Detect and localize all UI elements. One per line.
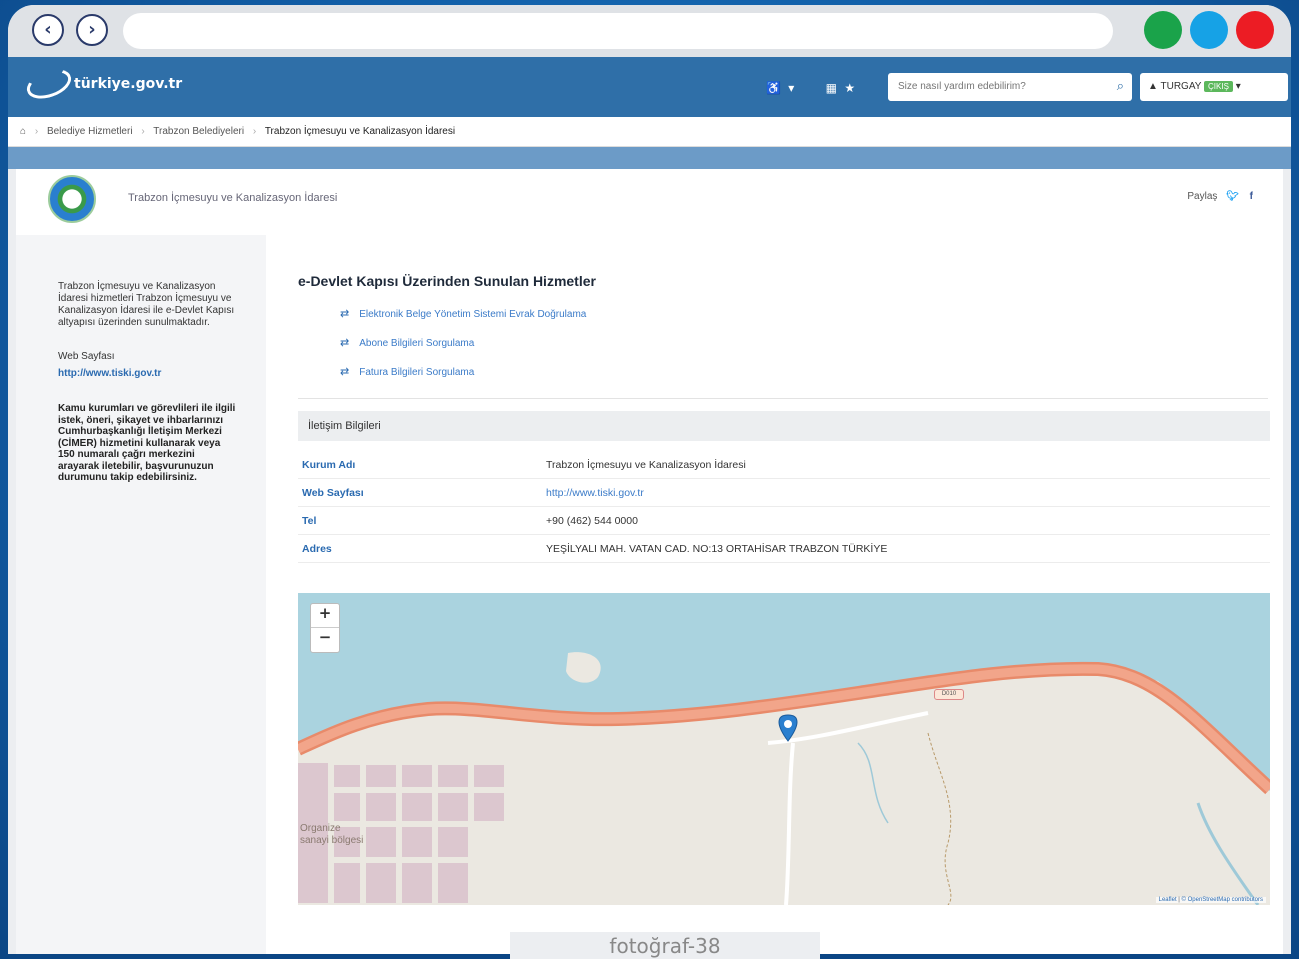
service-label[interactable]: Elektronik Belge Yönetim Sistemi Evrak D… — [359, 309, 586, 320]
breadcrumb: ⌂ › Belediye Hizmetleri › Trabzon Beledi… — [8, 117, 1291, 147]
user-icon: ▲ — [1148, 81, 1161, 92]
breadcrumb-item[interactable]: Trabzon Belediyeleri — [153, 126, 244, 137]
header-band — [8, 147, 1291, 169]
cimer-notice: Kamu kurumları ve görevlileri ile ilgili… — [58, 403, 236, 483]
contact-value: Trabzon İçmesuyu ve Kanalizasyon İdaresi — [546, 459, 746, 471]
contact-value: +90 (462) 544 0000 — [546, 515, 638, 527]
institution-title: Trabzon İçmesuyu ve Kanalizasyon İdaresi — [128, 192, 338, 204]
breadcrumb-item[interactable]: Belediye Hizmetleri — [47, 126, 133, 137]
sidebar-description: Trabzon İçmesuyu ve Kanalizasyon İdaresi… — [58, 281, 235, 328]
breadcrumb-current: Trabzon İçmesuyu ve Kanalizasyon İdaresi — [264, 126, 456, 137]
contact-value: YEŞİLYALI MAH. VATAN CAD. NO:13 ORTAHİSA… — [546, 543, 888, 555]
header-tools: ♿ ▾ ▦ ★ — [766, 81, 857, 95]
back-button[interactable]: ‹ — [32, 14, 64, 46]
contact-row: Adres YEŞİLYALI MAH. VATAN CAD. NO:13 OR… — [298, 535, 1270, 563]
exit-badge[interactable]: ÇIKIŞ — [1204, 81, 1233, 92]
service-label[interactable]: Fatura Bilgileri Sorgulama — [359, 367, 474, 378]
breadcrumb-separator: › — [252, 126, 257, 137]
zoom-out-button[interactable]: − — [311, 628, 339, 652]
address-bar[interactable] — [123, 13, 1113, 49]
refresh-icon: ⇄ — [340, 308, 350, 320]
service-link[interactable]: ⇄ Fatura Bilgileri Sorgulama — [340, 365, 474, 378]
sidebar-web-link[interactable]: http://www.tiski.gov.tr — [58, 368, 266, 379]
contact-heading: İletişim Bilgileri — [298, 411, 1270, 441]
zoom-control: + − — [310, 603, 340, 653]
location-map[interactable]: D010 + − Organize sanayi bölgesi Leaflet… — [298, 593, 1270, 905]
contact-key: Tel — [302, 515, 317, 527]
site-header: türkiye.gov.tr ♿ ▾ ▦ ★ ⌕ ▲ TURGAY ÇIKIŞ … — [8, 57, 1291, 117]
site-logo[interactable]: türkiye.gov.tr — [22, 63, 183, 105]
share-label: Paylaş — [1187, 191, 1218, 202]
contact-key: Web Sayfası — [302, 487, 364, 499]
services-title: e-Devlet Kapısı Üzerinden Sunulan Hizmet… — [298, 273, 596, 289]
window-dot-red[interactable] — [1236, 11, 1274, 49]
breadcrumb-separator: › — [34, 126, 39, 137]
chevron-down-icon[interactable]: ▾ — [1236, 81, 1241, 92]
facebook-icon[interactable]: f — [1250, 191, 1253, 202]
zoom-in-button[interactable]: + — [311, 604, 339, 628]
caption-rule-right — [820, 954, 1299, 959]
section-divider — [298, 398, 1268, 399]
search-icon[interactable]: ⌕ — [1117, 78, 1124, 94]
search-input[interactable] — [888, 73, 1098, 99]
twitter-icon[interactable]: 🐦︎ — [1226, 191, 1239, 202]
contact-web-link[interactable]: http://www.tiski.gov.tr — [546, 479, 644, 507]
window-dot-blue[interactable] — [1190, 11, 1228, 49]
institution-header: Trabzon İçmesuyu ve Kanalizasyon İdaresi… — [16, 169, 1283, 235]
main-content: e-Devlet Kapısı Üzerinden Sunulan Hizmet… — [266, 235, 1283, 959]
photo-caption: fotoğraf-38 — [510, 932, 820, 959]
road-badge: D010 — [934, 689, 964, 700]
map-tiles[interactable] — [298, 593, 1270, 905]
contact-key: Adres — [302, 543, 332, 555]
service-link[interactable]: ⇄ Elektronik Belge Yönetim Sistemi Evrak … — [340, 307, 586, 320]
zone-label: Organize sanayi bölgesi — [300, 823, 364, 846]
contact-row: Web Sayfası http://www.tiski.gov.tr — [298, 479, 1270, 507]
user-name: TURGAY — [1160, 81, 1202, 92]
logo-text: türkiye.gov.tr — [74, 76, 183, 92]
share-bar: Paylaş 🐦︎ f — [1187, 191, 1253, 202]
window-dot-green[interactable] — [1144, 11, 1182, 49]
logo-swirl-icon — [22, 63, 76, 105]
institution-logo — [48, 175, 96, 223]
contact-key: Kurum Adı — [302, 459, 356, 471]
browser-window: ‹ › türkiye.gov.tr ♿ ▾ ▦ ★ ⌕ ▲ TURGAY ÇI… — [8, 5, 1291, 959]
service-link[interactable]: ⇄ Abone Bilgileri Sorgulama — [340, 336, 474, 349]
map-attribution: Leaflet | © OpenStreetMap contributors — [1155, 897, 1266, 903]
refresh-icon: ⇄ — [340, 337, 350, 349]
leaflet-link[interactable]: Leaflet — [1159, 897, 1177, 903]
forward-button[interactable]: › — [76, 14, 108, 46]
sidebar: Trabzon İçmesuyu ve Kanalizasyon İdaresi… — [16, 235, 266, 959]
map-marker-icon[interactable] — [778, 714, 798, 742]
user-menu[interactable]: ▲ TURGAY ÇIKIŞ ▾ — [1140, 73, 1288, 101]
breadcrumb-separator: › — [141, 126, 145, 137]
search-box[interactable]: ⌕ — [888, 73, 1132, 101]
browser-toolbar: ‹ › — [8, 5, 1291, 57]
refresh-icon: ⇄ — [340, 366, 350, 378]
service-label[interactable]: Abone Bilgileri Sorgulama — [359, 338, 474, 349]
home-icon[interactable]: ⌂ — [20, 126, 26, 137]
favorites-icon[interactable]: ▦ ★ — [826, 81, 857, 95]
accessibility-icon[interactable]: ♿ ▾ — [766, 81, 796, 95]
contact-row: Tel +90 (462) 544 0000 — [298, 507, 1270, 535]
contact-row: Kurum Adı Trabzon İçmesuyu ve Kanalizasy… — [298, 451, 1270, 479]
sidebar-web-label: Web Sayfası — [58, 351, 115, 362]
osm-link[interactable]: © OpenStreetMap contributors — [1182, 897, 1263, 903]
caption-rule-left — [0, 954, 510, 959]
